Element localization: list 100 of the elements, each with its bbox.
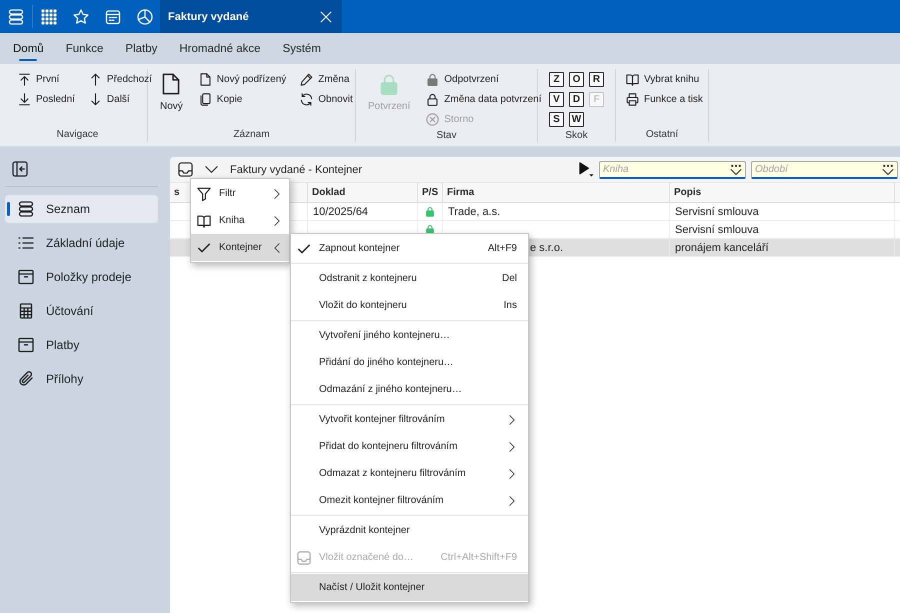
- book-icon: [626, 72, 639, 86]
- calendar-icon[interactable]: [105, 8, 121, 24]
- tray-icon[interactable]: [178, 162, 193, 177]
- lock-icon: [378, 73, 400, 95]
- cancel-icon: [426, 112, 440, 126]
- menu-item[interactable]: Vytvoření jiného kontejneru…: [291, 322, 528, 349]
- column-header: P/S: [418, 183, 443, 202]
- group-label: Ostatní: [644, 128, 680, 142]
- filter-field[interactable]: Období: [751, 160, 898, 178]
- star-icon[interactable]: [73, 8, 89, 24]
- ribbon-button[interactable]: Obnovit: [298, 89, 355, 109]
- menu-icon[interactable]: [8, 8, 24, 24]
- ribbon-tab[interactable]: Funkce: [54, 33, 114, 64]
- pie-chart-icon[interactable]: [137, 8, 153, 24]
- copy-icon: [198, 92, 212, 106]
- ribbon-button[interactable]: Další: [86, 89, 154, 109]
- pencil-icon: [300, 72, 314, 86]
- key-button[interactable]: W: [569, 112, 584, 126]
- key-button[interactable]: S: [549, 112, 564, 126]
- nav-item[interactable]: Přílohy: [5, 365, 158, 393]
- chevron-right-icon: [507, 496, 517, 506]
- chevron-left-icon: [272, 242, 282, 252]
- filter-field[interactable]: Kniha: [599, 160, 746, 178]
- ribbon-button[interactable]: Poslední: [16, 89, 77, 109]
- group-label: Stav: [435, 129, 458, 143]
- table-cell: Servisní smlouva: [670, 203, 895, 220]
- grid-icon[interactable]: [41, 8, 57, 24]
- key-button[interactable]: O: [569, 72, 584, 86]
- group-label: Záznam: [232, 128, 271, 142]
- key-button[interactable]: Z: [549, 72, 564, 86]
- paperclip-icon: [18, 371, 34, 387]
- ribbon-tab[interactable]: Hromadné akce: [168, 33, 272, 64]
- ribbon-button[interactable]: Nový: [156, 69, 187, 109]
- menu-item[interactable]: Přidat do kontejneru filtrováním: [291, 433, 528, 460]
- menu-item[interactable]: Omezit kontejner filtrováním: [291, 487, 528, 514]
- lock-icon: [426, 92, 440, 106]
- chevron-right-icon: [272, 216, 282, 226]
- book-icon: [197, 214, 211, 228]
- stack-icon: [18, 201, 34, 217]
- tray-icon: [297, 550, 311, 564]
- ribbon-button[interactable]: Kopie: [196, 89, 288, 109]
- arrow-up-icon: [88, 72, 102, 86]
- menu-item[interactable]: Odstranit z kontejneru Del: [291, 265, 528, 292]
- dropdown-icon[interactable]: [730, 164, 742, 176]
- archive-box-icon: [18, 337, 34, 353]
- nav-item[interactable]: Účtování: [5, 297, 158, 325]
- menu-item[interactable]: Vytvořit kontejner filtrováním: [291, 406, 528, 433]
- table-cell: Servisní smlouva: [670, 221, 895, 238]
- ribbon-button[interactable]: Změna: [298, 69, 355, 89]
- nav-item[interactable]: Seznam: [5, 195, 158, 223]
- refresh-icon: [300, 92, 314, 106]
- panel-collapse-icon[interactable]: [12, 161, 28, 177]
- funnel-icon: [197, 186, 211, 200]
- nav-item[interactable]: Platby: [5, 331, 158, 359]
- archive-box-icon: [18, 269, 34, 285]
- nav-item[interactable]: Základní údaje: [5, 229, 158, 257]
- group-label: Skok: [564, 129, 589, 143]
- ribbon-tab[interactable]: Platby: [114, 33, 168, 64]
- column-header: Doklad: [308, 183, 418, 202]
- lock-icon: [426, 72, 440, 86]
- play-dropdown-icon[interactable]: [579, 162, 594, 177]
- arrow-down-icon: [88, 92, 102, 106]
- column-header: Firma: [443, 183, 670, 202]
- arrow-to-top-icon: [18, 72, 31, 86]
- menu-item[interactable]: Vyprázdnit kontejner: [291, 517, 528, 544]
- key-button[interactable]: V: [549, 92, 564, 106]
- ribbon-tab[interactable]: Systém: [272, 33, 332, 64]
- panel-title: Faktury vydané - Kontejner: [230, 164, 362, 176]
- key-button[interactable]: R: [589, 72, 604, 86]
- menu-item[interactable]: Přidání do jiného kontejneru…: [291, 349, 528, 376]
- document-icon: [198, 72, 212, 86]
- ribbon-button[interactable]: Předchozí: [86, 69, 154, 89]
- ribbon-button[interactable]: Funkce a tisk: [624, 89, 705, 109]
- nav-item[interactable]: Položky prodeje: [5, 263, 158, 291]
- printer-icon: [626, 92, 639, 106]
- ribbon-tab[interactable]: Domů: [2, 33, 55, 64]
- chevron-right-icon: [272, 188, 282, 198]
- document-tab[interactable]: Faktury vydané: [160, 0, 342, 33]
- menu-item[interactable]: Vložit do kontejneru Ins: [291, 292, 528, 319]
- column-header: Popis: [670, 183, 895, 202]
- ribbon-button[interactable]: Odpotvrzení: [424, 69, 544, 89]
- shortcut-text: Ins: [504, 300, 517, 311]
- document-icon: [160, 73, 182, 95]
- menu-item[interactable]: Odmazání z jiného kontejneru…: [291, 376, 528, 403]
- calculator-icon: [18, 303, 34, 319]
- table-cell: pronájem kanceláří: [670, 239, 895, 256]
- ribbon-button[interactable]: Vybrat knihu: [624, 69, 705, 89]
- list-icon: [18, 235, 34, 251]
- ribbon-button[interactable]: První: [16, 69, 77, 89]
- menu-item[interactable]: Kontejner: [191, 234, 289, 261]
- chevron-right-icon: [507, 442, 517, 452]
- group-label: Navigace: [56, 128, 100, 142]
- menu-item[interactable]: Načíst / Uložit kontejner: [291, 574, 528, 601]
- dropdown-icon[interactable]: [882, 164, 894, 176]
- ribbon-button[interactable]: Změna data potvrzení: [424, 89, 544, 109]
- chevron-down-icon[interactable]: [205, 163, 218, 176]
- close-icon[interactable]: [320, 10, 332, 22]
- ribbon-button[interactable]: Nový podřízený: [196, 69, 288, 89]
- key-button[interactable]: D: [569, 92, 584, 106]
- menu-item[interactable]: Odmazat z kontejneru filtrováním: [291, 460, 528, 487]
